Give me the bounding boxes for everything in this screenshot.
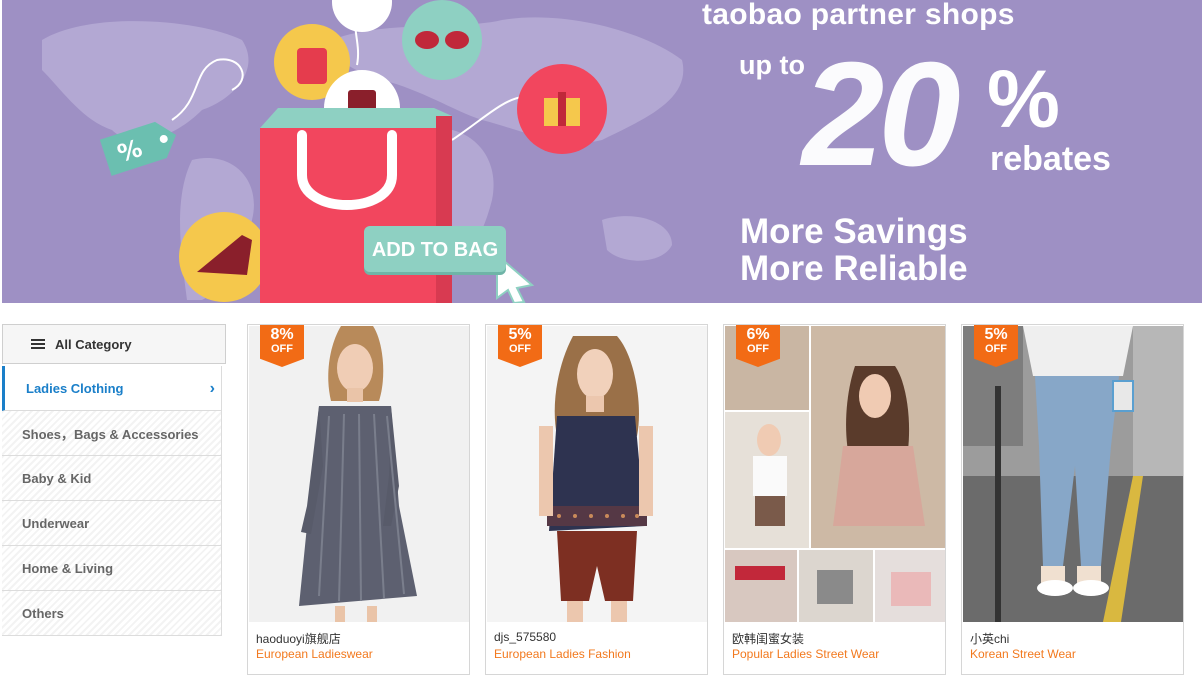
category-item-home-living[interactable]: Home & Living: [2, 546, 222, 591]
banner-more-savings: More Savings: [740, 212, 968, 251]
discount-badge: 8% OFF: [260, 325, 304, 367]
discount-badge: 5% OFF: [974, 325, 1018, 367]
product-description[interactable]: Korean Street Wear: [970, 647, 1076, 661]
category-item-underwear[interactable]: Underwear: [2, 501, 222, 546]
hamburger-menu-icon: [31, 339, 45, 349]
category-label: Others: [22, 605, 64, 621]
shop-name[interactable]: haoduoyi旗舰店: [256, 630, 341, 647]
category-label: Baby & Kid: [22, 470, 92, 486]
category-label: Shoes，Bags & Accessories: [22, 426, 199, 442]
category-item-others[interactable]: Others: [2, 591, 222, 636]
product-photo[interactable]: [249, 326, 469, 622]
promo-banner[interactable]: % taobao partner shops up to 20 % rebate…: [2, 0, 1202, 303]
category-sidebar: All Category Ladies Clothing › Shoes，Bag…: [2, 324, 226, 636]
discount-off-label: OFF: [271, 343, 293, 355]
discount-off-label: OFF: [747, 343, 769, 355]
category-label: Underwear: [22, 515, 90, 531]
product-description[interactable]: Popular Ladies Street Wear: [732, 647, 879, 661]
product-description[interactable]: European Ladieswear: [256, 647, 373, 661]
product-card[interactable]: 5% OFF 小英chi Korean Street Wear: [961, 324, 1184, 675]
all-category-button[interactable]: All Category: [2, 324, 226, 364]
street-wear-collage-image: [725, 326, 945, 622]
banner-up-to: up to: [739, 50, 805, 80]
product-photo[interactable]: [725, 326, 945, 622]
shop-name[interactable]: 小英chi: [970, 630, 1009, 647]
model-navy-top-image: [487, 326, 707, 622]
discount-off-label: OFF: [509, 343, 531, 355]
discount-off-label: OFF: [985, 343, 1007, 355]
banner-more-reliable: More Reliable: [740, 249, 968, 288]
discount-value: 5%: [984, 326, 1008, 343]
product-photo[interactable]: [487, 326, 707, 622]
all-category-label: All Category: [55, 336, 132, 352]
shop-name[interactable]: djs_575580: [494, 630, 556, 644]
discount-value: 5%: [508, 326, 532, 343]
banner-percent-number: 20: [802, 32, 961, 197]
category-item-shoes-bags[interactable]: Shoes，Bags & Accessories: [2, 411, 222, 456]
chevron-right-icon: ›: [209, 380, 215, 397]
banner-rebates: rebates: [990, 140, 1111, 178]
shop-name[interactable]: 欧韩闺蜜女装: [732, 630, 804, 647]
discount-badge: 6% OFF: [736, 325, 780, 367]
product-card[interactable]: 8% OFF haoduoyi旗舰店 European Ladieswear: [247, 324, 470, 675]
discount-badge: 5% OFF: [498, 325, 542, 367]
product-card[interactable]: 5% OFF djs_575580 European Ladies Fashio…: [485, 324, 708, 675]
category-label: Home & Living: [22, 560, 114, 576]
discount-value: 6%: [746, 326, 770, 343]
category-label: Ladies Clothing: [26, 380, 124, 396]
product-photo[interactable]: [963, 326, 1183, 622]
category-item-baby-kid[interactable]: Baby & Kid: [2, 456, 222, 501]
banner-percent-sign: %: [987, 54, 1060, 145]
category-item-ladies-clothing[interactable]: Ladies Clothing ›: [2, 366, 222, 411]
product-card[interactable]: 6% OFF 欧韩闺蜜女装 Popular Ladies Street Wear: [723, 324, 946, 675]
product-description[interactable]: European Ladies Fashion: [494, 647, 631, 661]
add-to-bag-button[interactable]: ADD TO BAG: [364, 226, 506, 272]
category-list: Ladies Clothing › Shoes，Bags & Accessori…: [2, 366, 222, 636]
model-grey-dress-image: [249, 326, 469, 622]
banner-headline: taobao partner shops: [702, 0, 1015, 31]
model-jeans-street-image: [963, 326, 1183, 622]
discount-value: 8%: [270, 326, 294, 343]
